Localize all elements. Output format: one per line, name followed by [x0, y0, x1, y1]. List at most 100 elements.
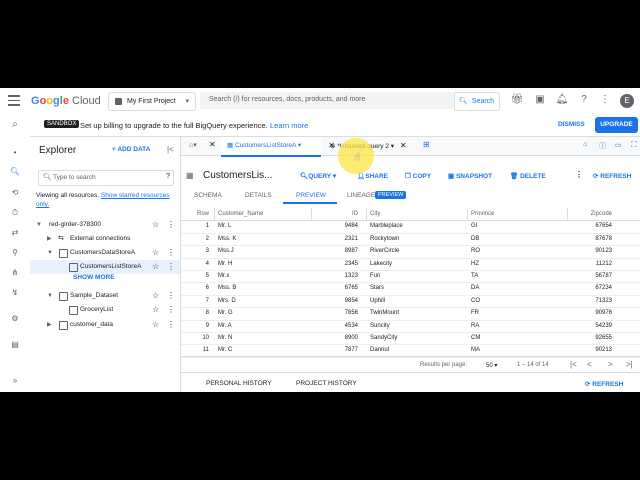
hamburger-menu-icon[interactable]: [8, 95, 20, 106]
table-row[interactable]: 1 Mr. L 9484 Marbleplace GI 67654: [181, 220, 640, 234]
search-input[interactable]: Search (/) for resources, docs, products…: [200, 92, 454, 109]
refresh-button[interactable]: ⟳ REFRESH: [593, 172, 631, 180]
tree-item-table-grocerylist[interactable]: GroceryList ☆ ⋮: [30, 303, 180, 317]
tree-item-dataset-sample[interactable]: ▼ Sample_Dataset ☆ ⋮: [30, 289, 180, 303]
prev-page-icon[interactable]: <: [587, 360, 592, 369]
star-icon[interactable]: ☆: [152, 318, 159, 332]
analytics-icon[interactable]: ⚲: [8, 248, 22, 260]
next-page-icon[interactable]: >: [608, 360, 613, 369]
table-row[interactable]: 2 Mss. K 2321 Rockytown DB 87678: [181, 233, 640, 247]
notifications-icon[interactable]: 🔔︎: [555, 94, 569, 105]
table-row[interactable]: 4 Mr. H 2345 Lakecity HZ 11212: [181, 258, 640, 271]
tree-item-dataset-customersdatastorea[interactable]: ▼ CustomersDataStoreA ☆ ⋮: [30, 246, 180, 260]
home-icon[interactable]: ⌂: [583, 141, 587, 148]
tab-personal-history[interactable]: PERSONAL HISTORY: [206, 380, 272, 387]
star-icon[interactable]: ☆: [152, 260, 159, 274]
first-page-icon[interactable]: |<: [570, 360, 577, 369]
chevron-down-icon[interactable]: ▾: [391, 143, 394, 150]
chevron-down-icon[interactable]: ▾: [298, 142, 301, 149]
share-button[interactable]: 👤︎SHARE: [357, 172, 388, 180]
column-divider[interactable]: [311, 208, 312, 220]
avatar[interactable]: E: [620, 94, 634, 108]
more-vert-icon[interactable]: ⋮: [167, 303, 175, 317]
cloud-shell-icon[interactable]: ▣: [533, 94, 547, 105]
more-vert-icon[interactable]: ⋮: [167, 260, 175, 274]
show-more-button[interactable]: SHOW MORE: [73, 274, 115, 281]
dismiss-button[interactable]: DISMISS: [558, 121, 585, 128]
help-icon[interactable]: ?: [166, 173, 170, 180]
tab-schema[interactable]: SCHEMA: [194, 192, 222, 199]
migration-icon[interactable]: ↯: [8, 288, 22, 300]
chevron-right-icon[interactable]: ▶: [47, 318, 52, 332]
tree-item-external-connections[interactable]: ▶ ⇆ External connections: [30, 232, 180, 246]
bigquery-icon[interactable]: ⌕: [8, 119, 22, 131]
chevron-right-icon[interactable]: ▶: [47, 232, 52, 246]
column-header-city[interactable]: City: [370, 208, 380, 220]
learn-more-link[interactable]: Learn more: [270, 121, 308, 130]
tree-item-table-customersliststorea[interactable]: CustomersListStoreA ☆ ⋮: [30, 260, 180, 274]
upgrade-button[interactable]: UPGRADE: [595, 117, 638, 133]
tree-item-dataset-customer-data[interactable]: ▶ customer_data ☆ ⋮: [30, 318, 180, 332]
home-icon[interactable]: ⌂▾: [189, 141, 197, 149]
column-divider[interactable]: [467, 208, 468, 220]
document-icon[interactable]: ▤: [8, 340, 22, 352]
column-divider[interactable]: [214, 208, 215, 220]
column-divider[interactable]: [366, 208, 367, 220]
last-page-icon[interactable]: >|: [626, 360, 633, 369]
column-header-zip[interactable]: Zipcode: [572, 208, 612, 220]
search-icon[interactable]: 🔍︎: [8, 167, 22, 179]
tab-preview[interactable]: PREVIEW: [296, 192, 326, 199]
close-icon[interactable]: ✕: [209, 140, 216, 149]
chevron-down-icon[interactable]: ▼: [47, 246, 53, 260]
chevron-down-icon[interactable]: ▼: [47, 289, 53, 303]
explorer-search-input[interactable]: 🔍︎ Type to search ?: [38, 170, 174, 186]
more-vert-icon[interactable]: ⋮: [167, 318, 175, 332]
chevron-down-icon[interactable]: ▼: [36, 218, 42, 232]
close-icon[interactable]: ✕: [400, 141, 407, 150]
history-icon[interactable]: ⟲: [8, 188, 22, 200]
more-vert-icon[interactable]: ⋮: [575, 170, 583, 179]
snapshot-button[interactable]: ▣ SNAPSHOT: [448, 172, 492, 180]
table-row[interactable]: 7 Mrs. D 9854 Uphill CO 71323: [181, 295, 640, 309]
tree-item-project[interactable]: ▼ red-girder-378300 ☆ ⋮: [30, 218, 180, 232]
settings-icon[interactable]: ⚙︎: [8, 314, 22, 326]
schedule-icon[interactable]: ⏱︎: [8, 208, 22, 220]
table-row[interactable]: 3 Mss.J 8987 RiverCircle RO 90123: [181, 245, 640, 259]
gift-icon[interactable]: 🎁︎: [510, 94, 524, 105]
pin-icon[interactable]: •: [8, 148, 22, 160]
project-selector[interactable]: My First Project ▾: [108, 92, 196, 111]
add-tab-icon[interactable]: ⊞: [423, 140, 430, 149]
more-vert-icon[interactable]: ⋮: [167, 246, 175, 260]
star-icon[interactable]: ☆: [152, 246, 159, 260]
tab-project-history[interactable]: PROJECT HISTORY: [296, 380, 357, 387]
copy-button[interactable]: ❐ COPY: [405, 172, 431, 180]
table-row[interactable]: 5 Mr.x 1323 Fun TA 56787: [181, 270, 640, 284]
share-icon[interactable]: ⋔: [8, 268, 22, 280]
tab-lineage[interactable]: LINEAGE: [347, 192, 375, 199]
star-icon[interactable]: ☆: [152, 218, 159, 232]
more-vert-icon[interactable]: ⋮: [167, 289, 175, 303]
transfer-icon[interactable]: ⇄: [8, 228, 22, 240]
search-button[interactable]: 🔍︎ Search: [454, 92, 500, 111]
more-vert-icon[interactable]: ⋮: [167, 218, 175, 232]
column-header-row[interactable]: Row: [187, 208, 209, 220]
tab-details[interactable]: DETAILS: [245, 192, 272, 199]
query-button[interactable]: 🔍︎QUERY ▾: [300, 172, 336, 180]
column-header-id[interactable]: ID: [316, 208, 358, 220]
expand-rail-icon[interactable]: »: [8, 376, 22, 388]
collapse-panel-icon[interactable]: |<: [167, 145, 174, 154]
history-refresh-button[interactable]: ⟳ REFRESH: [585, 380, 623, 388]
fullscreen-icon[interactable]: ⛶: [631, 140, 637, 150]
table-row[interactable]: 6 Mss. B 6765 Stars DA 67234: [181, 282, 640, 296]
tab-customersliststorea[interactable]: ▦ CustomersListStoreA ▾ ✕: [221, 137, 335, 157]
add-data-button[interactable]: + ADD DATA: [112, 146, 150, 153]
info-icon[interactable]: ⓘ: [599, 141, 606, 151]
table-row[interactable]: 8 Mr. G 7856 TwinMount FR 90976: [181, 307, 640, 321]
results-per-page-select[interactable]: 50 ▾: [486, 362, 497, 369]
google-cloud-logo[interactable]: Google Cloud: [31, 95, 101, 107]
column-header-name[interactable]: Customer_Name: [218, 208, 263, 220]
more-vert-icon[interactable]: ⋮: [598, 94, 612, 105]
delete-button[interactable]: 🗑︎ DELETE: [510, 172, 546, 180]
column-divider[interactable]: [567, 208, 568, 220]
table-row[interactable]: 10 Mr. N 8900 SandyCity CM 92655: [181, 332, 640, 346]
